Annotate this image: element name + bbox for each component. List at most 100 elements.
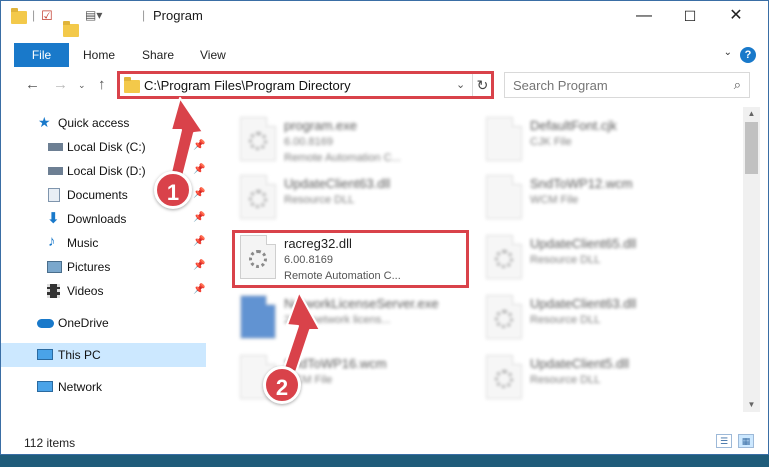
file-item[interactable]: UpdateClient5.dll Resource DLL — [480, 351, 720, 411]
sidebar-item-label: Local Disk (D:) — [67, 164, 146, 178]
sidebar-item-label: Downloads — [67, 212, 127, 226]
pin-icon[interactable]: 📌 — [193, 140, 205, 151]
file-item[interactable]: NetworkLicenseServer.exe 2007 network li… — [234, 291, 474, 351]
gear-icon — [249, 190, 267, 208]
recent-locations-icon[interactable]: ⌄ — [78, 80, 86, 91]
drive-icon — [48, 143, 63, 151]
sidebar-item-videos[interactable]: Videos 📌 — [1, 279, 206, 303]
sidebar-item-network[interactable]: Network — [1, 375, 206, 399]
file-item[interactable]: program.exe 6.00.8169 Remote Automation … — [234, 113, 474, 173]
search-box[interactable]: ⌕ — [504, 72, 750, 98]
downloads-icon: ⬇ — [47, 210, 60, 227]
tab-file[interactable]: File — [14, 43, 69, 67]
forward-arrow-icon[interactable]: → — [53, 76, 68, 93]
ribbon-tabs: File Home Share View — [1, 43, 768, 67]
sidebar-item-music[interactable]: ♪ Music 📌 — [1, 231, 206, 255]
up-arrow-icon[interactable]: ↑ — [98, 76, 106, 93]
file-type: Resource DLL — [530, 374, 601, 386]
drive-icon — [48, 167, 63, 175]
file-name: NetworkLicenseServer.exe — [284, 296, 439, 311]
scrollbar-thumb[interactable] — [745, 122, 758, 174]
tab-view[interactable]: View — [200, 43, 226, 67]
pictures-icon — [47, 261, 62, 273]
properties-icon[interactable]: ☑ — [41, 8, 53, 24]
item-count: 112 items — [24, 436, 76, 450]
vertical-scrollbar[interactable]: ▲ ▼ — [743, 107, 760, 412]
sidebar-item-label: Music — [67, 236, 99, 250]
videos-icon — [47, 284, 60, 298]
gear-icon — [495, 250, 513, 268]
exe-file-icon — [240, 117, 276, 161]
file-highlight-box — [232, 230, 469, 288]
status-bar: 112 items ☰ ▦ — [1, 430, 768, 454]
pin-icon[interactable]: 📌 — [193, 164, 205, 175]
file-type: Resource DLL — [530, 314, 601, 326]
sidebar-item-local-disk-c[interactable]: Local Disk (C:) 📌 — [1, 135, 206, 159]
sidebar-item-this-pc[interactable]: This PC — [1, 343, 206, 367]
file-name: UpdateClient63.dll — [284, 176, 391, 191]
sidebar-item-quick-access[interactable]: ★ Quick access — [1, 111, 206, 135]
file-type: CJK File — [530, 136, 572, 148]
pin-icon[interactable]: 📌 — [193, 236, 205, 247]
file-name: UpdateClient65.dll — [530, 236, 637, 251]
customize-quick-access-icon[interactable]: ▤▾ — [85, 8, 102, 24]
tab-share[interactable]: Share — [142, 43, 174, 67]
pin-icon[interactable]: 📌 — [193, 284, 205, 295]
new-folder-icon[interactable] — [63, 21, 79, 37]
maximize-button[interactable]: ☐ — [667, 1, 713, 31]
window-title: Program — [153, 8, 203, 23]
title-bar: | ☑ ▤▾ | Program — ☐ ✕ — [1, 1, 768, 37]
back-arrow-icon[interactable]: ← — [25, 76, 40, 93]
large-icons-view-icon[interactable]: ▦ — [738, 434, 754, 448]
dll-file-icon — [486, 355, 522, 399]
sidebar-item-pictures[interactable]: Pictures 📌 — [1, 255, 206, 279]
pin-icon[interactable]: 📌 — [193, 212, 205, 223]
file-name: SndToWP12.wcm — [530, 176, 633, 191]
sidebar-item-label: Documents — [67, 188, 128, 202]
exe-file-icon — [240, 295, 276, 339]
sidebar-item-label: OneDrive — [58, 316, 109, 330]
file-icon — [486, 175, 522, 219]
search-icon[interactable]: ⌕ — [734, 77, 741, 93]
search-input[interactable] — [513, 77, 723, 94]
documents-icon — [48, 188, 60, 202]
file-type: WCM File — [530, 194, 579, 206]
sidebar-item-downloads[interactable]: ⬇ Downloads 📌 — [1, 207, 206, 231]
file-item[interactable]: SndToWP12.wcm WCM File — [480, 171, 720, 231]
file-icon — [486, 117, 522, 161]
file-name: UpdateClient63.dll — [530, 296, 637, 311]
pin-icon[interactable]: 📌 — [193, 188, 205, 199]
file-item[interactable]: DefaultFont.cjk CJK File — [480, 113, 720, 173]
help-icon[interactable]: ? — [740, 47, 756, 63]
file-type: Resource DLL — [530, 254, 601, 266]
sidebar-item-label: Pictures — [67, 260, 111, 274]
minimize-button[interactable]: — — [621, 1, 667, 31]
file-name: program.exe — [284, 118, 357, 133]
separator: | — [32, 8, 36, 22]
sidebar-item-label: This PC — [58, 348, 101, 362]
folder-icon — [11, 8, 27, 24]
dll-file-icon — [486, 295, 522, 339]
pin-icon[interactable]: 📌 — [193, 260, 205, 271]
file-version: 6.00.8169 — [284, 136, 333, 148]
gear-icon — [495, 310, 513, 328]
details-view-icon[interactable]: ☰ — [716, 434, 732, 448]
separator: | — [142, 8, 146, 22]
expand-ribbon-icon[interactable]: ⌄ — [724, 47, 732, 58]
file-item[interactable]: UpdateClient63.dll Resource DLL — [480, 291, 720, 351]
network-icon — [37, 381, 53, 392]
file-name: SndToWP16.wcm — [284, 356, 387, 371]
navigation-pane: ★ Quick access Local Disk (C:) 📌 Local D… — [1, 107, 208, 412]
step-2-badge: 2 — [263, 366, 301, 404]
file-item[interactable]: UpdateClient65.dll Resource DLL — [480, 231, 720, 291]
explorer-window: | ☑ ▤▾ | Program — ☐ ✕ File Home Share V… — [0, 0, 769, 455]
close-button[interactable]: ✕ — [713, 1, 759, 31]
tab-home[interactable]: Home — [83, 43, 115, 67]
scroll-up-icon[interactable]: ▲ — [743, 107, 760, 121]
sidebar-item-onedrive[interactable]: OneDrive — [1, 311, 206, 335]
gear-icon — [495, 370, 513, 388]
file-item[interactable]: UpdateClient63.dll Resource DLL — [234, 171, 474, 231]
scroll-down-icon[interactable]: ▼ — [743, 398, 760, 412]
file-name: UpdateClient5.dll — [530, 356, 630, 371]
file-description: Remote Automation C... — [284, 152, 401, 164]
